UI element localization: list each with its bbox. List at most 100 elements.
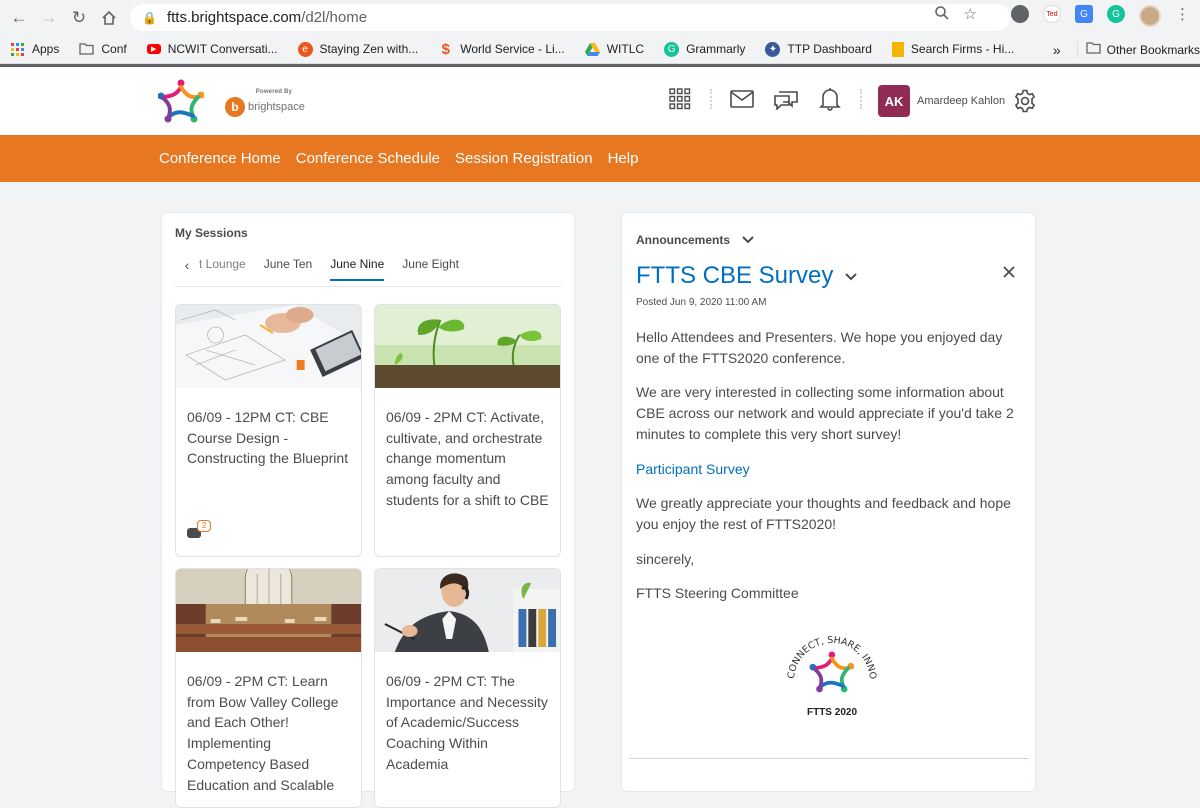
header-separator — [710, 89, 712, 109]
reload-icon[interactable]: ↻ — [64, 3, 94, 33]
nav-conference-home[interactable]: Conference Home — [159, 150, 281, 167]
tab-june-eight[interactable]: June Eight — [402, 257, 459, 279]
session-title: 06/09 - 2PM CT: The Importance and Neces… — [386, 673, 548, 772]
powered-by-label: Powered By — [255, 89, 293, 95]
my-sessions-widget: My Sessions ‹ t Lounge June Ten June Nin… — [161, 212, 575, 808]
dismiss-close-icon[interactable] — [1003, 265, 1015, 283]
nav-help[interactable]: Help — [608, 150, 639, 167]
brightspace-logo-icon: b — [225, 97, 245, 117]
session-card[interactable]: 06/09 - 12PM CT: CBE Course Design - Con… — [175, 304, 362, 557]
bookmark-label: NCWIT Conversati... — [167, 42, 278, 56]
powered-by-brightspace: Powered By b brightspace — [225, 89, 305, 117]
nav-conference-schedule[interactable]: Conference Schedule — [296, 150, 440, 167]
bookmark-grammarly[interactable]: G Grammarly — [664, 41, 746, 57]
bookmark-label: Conf — [101, 42, 127, 56]
tab-lounge[interactable]: t Lounge — [199, 257, 246, 279]
other-bookmarks[interactable]: Other Bookmarks — [1107, 43, 1200, 57]
folder-icon — [79, 42, 95, 57]
other-bookmarks-folder-icon — [1085, 42, 1101, 57]
bookmark-label: WITLC — [606, 42, 645, 56]
address-bar[interactable]: 🔒 ftts.brightspace.com/d2l/home — [130, 4, 1010, 31]
bookmark-label: World Service - Li... — [460, 42, 565, 56]
plant-seedlings-image — [375, 305, 560, 388]
svg-text:CONNECT, SHARE, INNOVATE!: CONNECT, SHARE, INNOVATE! — [782, 623, 878, 680]
session-card[interactable]: 06/09 - 2PM CT: Activate, cultivate, and… — [374, 304, 561, 557]
message-envelope-icon[interactable] — [728, 85, 756, 113]
brightspace-wordmark: brightspace — [248, 101, 305, 113]
bookmark-label: Staying Zen with... — [319, 42, 419, 56]
extension-icon-2[interactable]: Ted — [1043, 5, 1061, 23]
translate-icon[interactable]: G — [1075, 5, 1093, 23]
session-title: 06/09 - 2PM CT: Activate, cultivate, and… — [386, 409, 549, 508]
site-bar-icon — [891, 41, 904, 57]
star-bookmark-icon[interactable]: ☆ — [964, 5, 977, 27]
more-bookmarks-icon[interactable]: » — [1053, 42, 1061, 58]
url-path: /d2l/home — [301, 9, 368, 26]
grammarly-icon[interactable]: G — [1107, 5, 1125, 23]
bookmark-label: TTP Dashboard — [787, 42, 872, 56]
bookmark-world-service[interactable]: $ World Service - Li... — [438, 40, 565, 58]
apps-grid-icon — [10, 42, 25, 57]
site-header: Powered By b brightspace AK Amardeep Kah… — [0, 67, 1200, 135]
widget-title: Announcements — [636, 232, 731, 247]
tab-june-nine[interactable]: June Nine — [330, 257, 385, 281]
seal-icon: ✦ — [765, 41, 781, 57]
bookmark-conf[interactable]: Conf — [79, 42, 127, 57]
notification-bell-icon[interactable] — [816, 85, 844, 113]
extension-icon-1[interactable] — [1011, 5, 1029, 23]
bookmarks-bar: Apps Conf ▶ NCWIT Conversati... e Stayin… — [0, 35, 1200, 64]
session-day-tabs: ‹ t Lounge June Ten June Nine June Eight — [175, 257, 561, 287]
grammarly-bookmark-icon: G — [664, 41, 680, 57]
bookmark-ttp[interactable]: ✦ TTP Dashboard — [765, 41, 872, 57]
library-hall-image — [176, 569, 361, 652]
participant-survey-link[interactable]: Participant Survey — [636, 461, 750, 477]
back-icon[interactable]: ← — [4, 3, 34, 33]
comment-count-badge: 2 — [197, 520, 212, 532]
bookmark-staying-zen[interactable]: e Staying Zen with... — [297, 41, 419, 57]
announcement-paragraph: We are very interested in collecting som… — [636, 384, 1014, 442]
tabs-scroll-left-icon[interactable]: ‹ — [175, 257, 199, 273]
browser-menu-icon[interactable]: ⋮ — [1175, 5, 1190, 27]
url-host: ftts.brightspace.com — [166, 9, 302, 26]
announcement-paragraph: We greatly appreciate your thoughts and … — [636, 495, 1011, 532]
home-icon[interactable] — [94, 3, 124, 33]
announcement-paragraph: Hello Attendees and Presenters. We hope … — [636, 329, 1003, 366]
main-navigation: Conference Home Conference Schedule Sess… — [0, 135, 1200, 182]
settings-gear-icon[interactable] — [1013, 89, 1037, 113]
announcements-widget: Announcements FTTS CBE Survey Posted Jun… — [621, 212, 1036, 792]
announcement-title-link[interactable]: FTTS CBE Survey — [636, 262, 833, 290]
divider — [629, 758, 1029, 759]
tab-june-ten[interactable]: June Ten — [264, 257, 313, 279]
profile-avatar[interactable] — [1139, 5, 1161, 27]
chevron-down-icon[interactable] — [742, 232, 754, 247]
zoom-icon[interactable] — [934, 5, 950, 27]
bookmark-label: Grammarly — [686, 42, 746, 56]
session-title: 06/09 - 12PM CT: CBE Course Design - Con… — [187, 409, 349, 467]
bookmark-witlc[interactable]: WITLC — [584, 42, 645, 57]
discussion-chat-icon[interactable] — [772, 85, 800, 113]
user-name[interactable]: Amardeep Kahlon — [917, 95, 1005, 107]
bookmark-label: Apps — [32, 42, 60, 56]
announcement-body: Hello Attendees and Presenters. We hope … — [636, 327, 1028, 618]
forward-icon[interactable]: → — [34, 3, 64, 33]
ftts-logo-caption: FTTS 2020 — [807, 707, 857, 718]
widget-title: My Sessions — [175, 226, 248, 240]
bookmark-apps[interactable]: Apps — [10, 42, 59, 57]
posted-date: Posted Jun 9, 2020 11:00 AM — [636, 297, 767, 308]
lock-icon: 🔒 — [142, 10, 157, 25]
user-avatar[interactable]: AK — [878, 85, 910, 117]
site-s-icon: $ — [441, 40, 450, 58]
session-card[interactable]: 06/09 - 2PM CT: The Importance and Neces… — [374, 568, 561, 808]
browser-toolbar: ← → ↻ 🔒 ftts.brightspace.com/d2l/home ☆ … — [0, 0, 1200, 35]
blueprint-desk-image — [176, 305, 361, 388]
bookmark-ncwit[interactable]: ▶ NCWIT Conversati... — [146, 42, 278, 56]
businesswoman-phone-image — [375, 569, 560, 652]
announcement-signature: FTTS Steering Committee — [636, 585, 799, 602]
header-separator — [860, 89, 862, 109]
session-card[interactable]: 06/09 - 2PM CT: Learn from Bow Valley Co… — [175, 568, 362, 808]
bookmark-search-firms[interactable]: Search Firms - Hi... — [891, 41, 1014, 57]
announcement-menu-chevron-icon[interactable] — [845, 268, 858, 284]
nav-session-registration[interactable]: Session Registration — [455, 150, 593, 167]
waffle-grid-icon[interactable] — [666, 85, 694, 113]
ftts-star-logo[interactable] — [158, 79, 204, 123]
